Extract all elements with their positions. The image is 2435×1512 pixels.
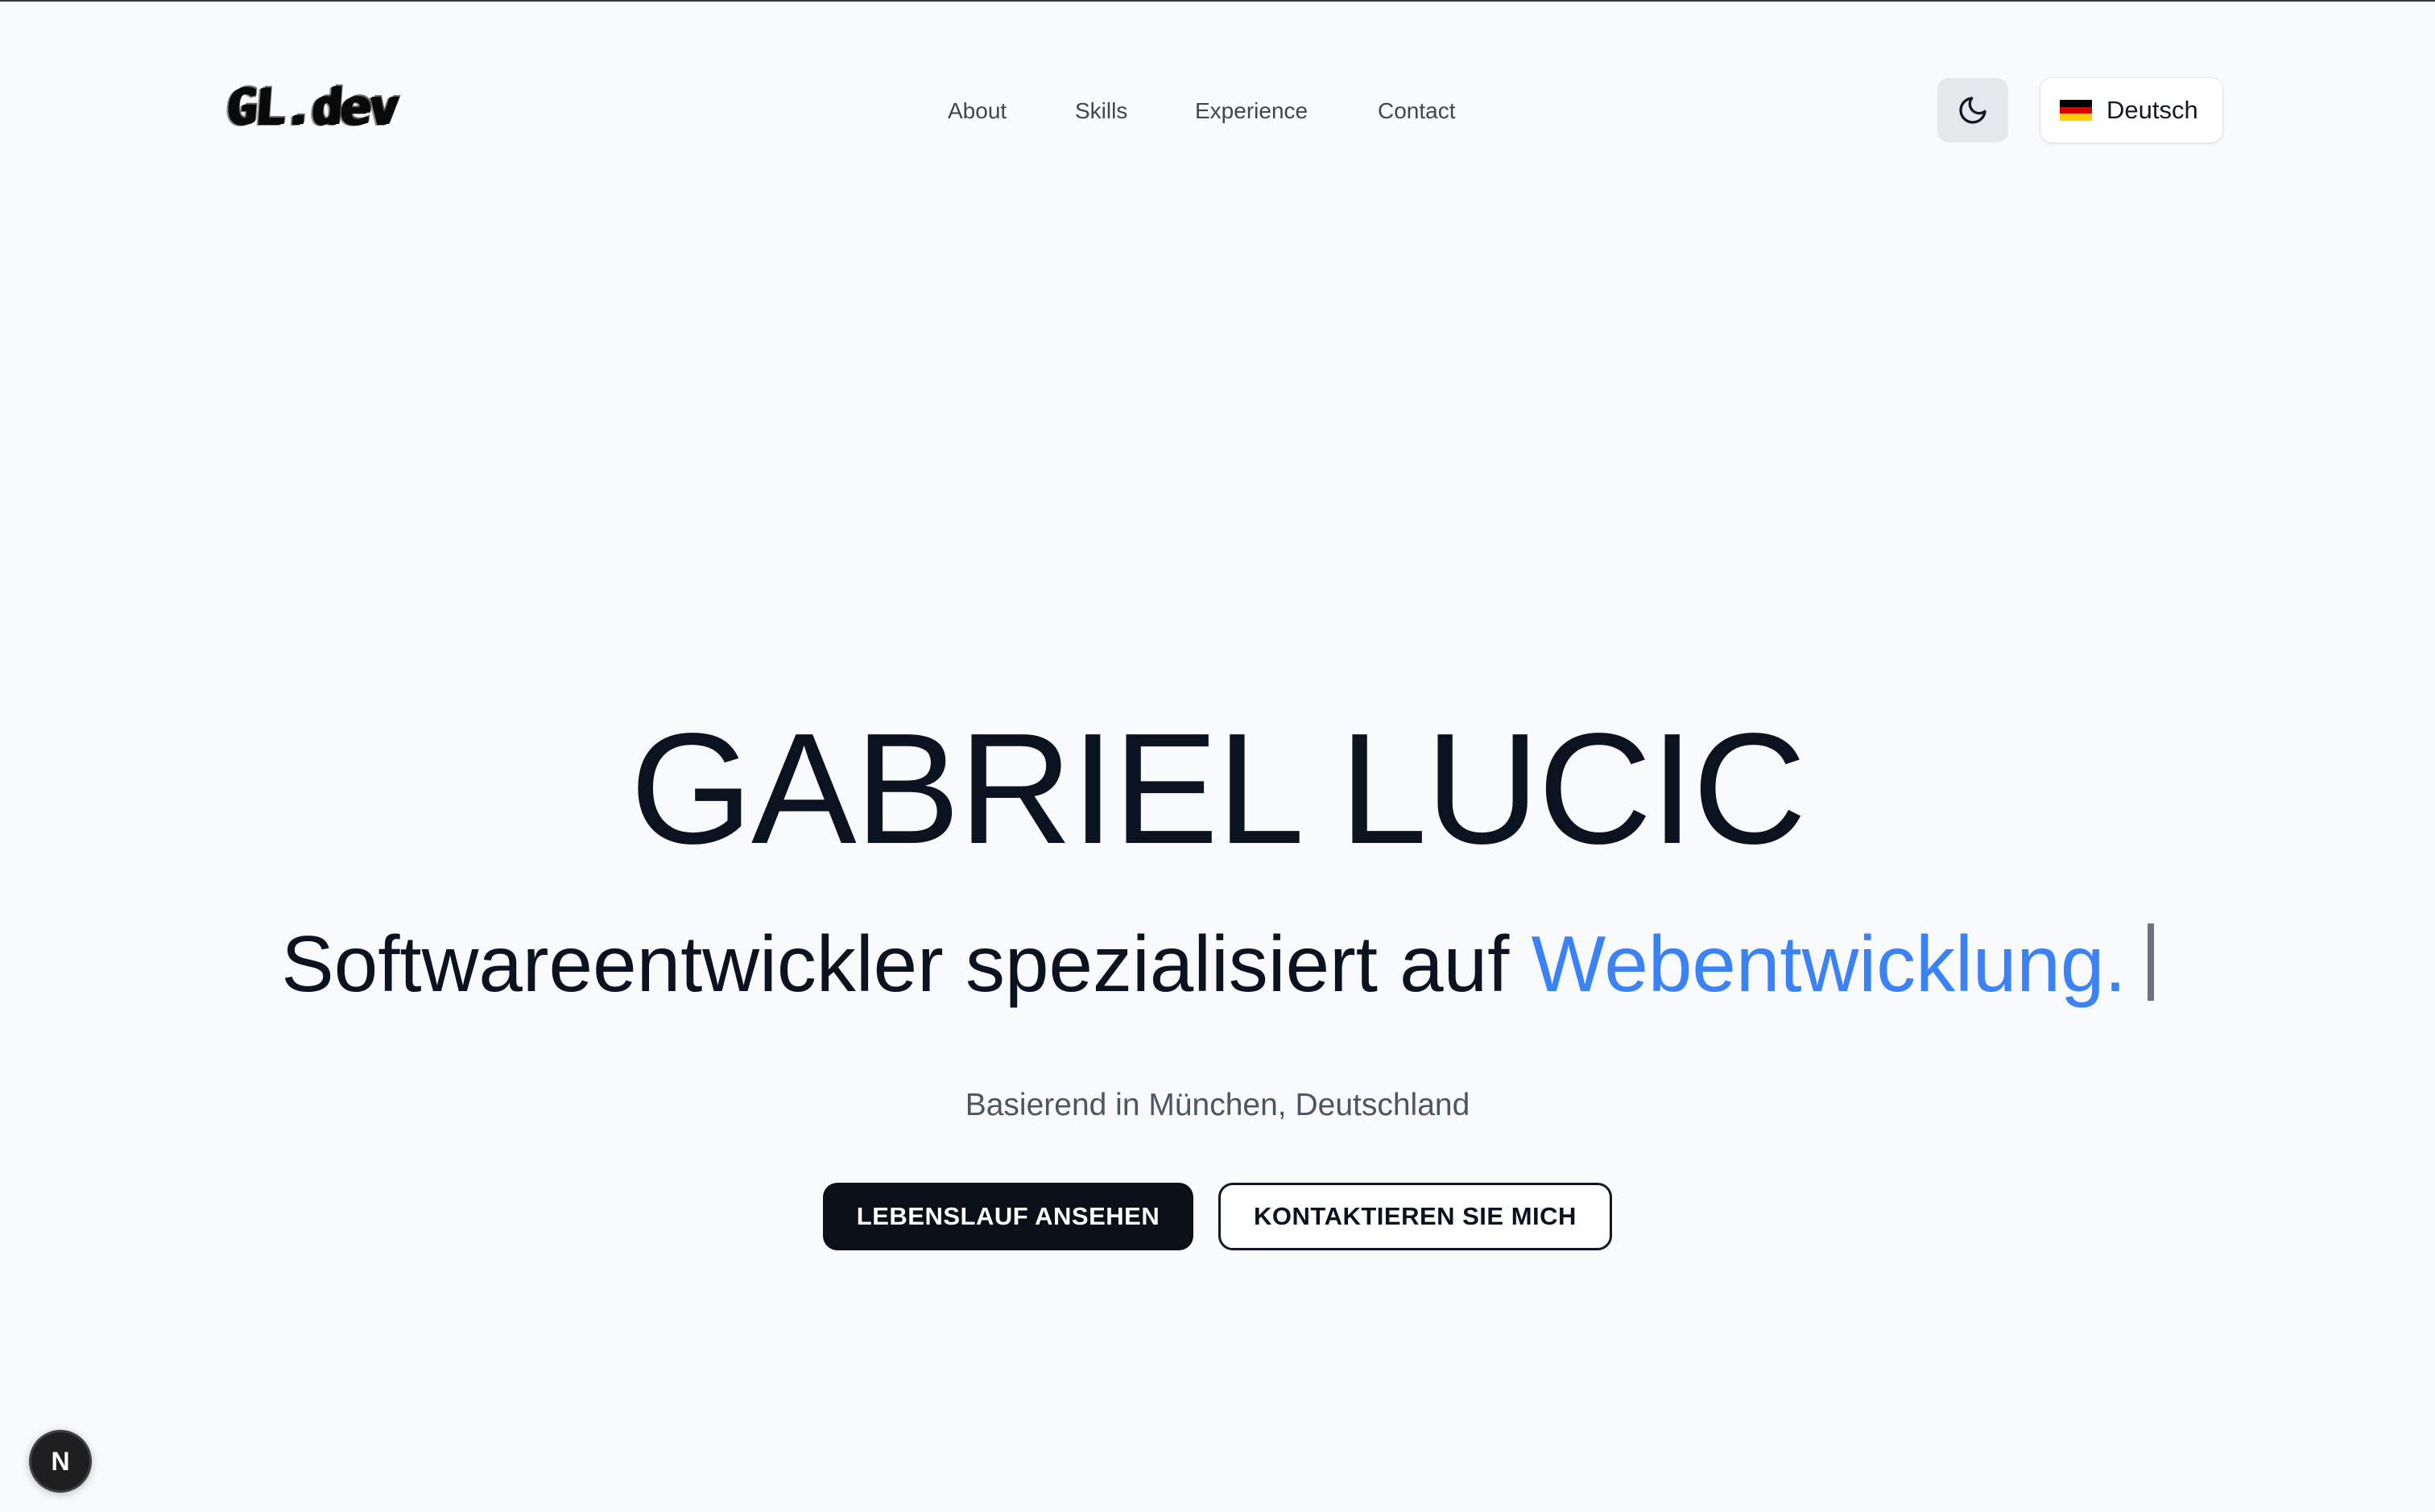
language-switcher-button[interactable]: Deutsch [2040, 78, 2222, 143]
language-label: Deutsch [2106, 96, 2198, 124]
hero-tagline: Softwareentwickler spezialisiert auf Web… [0, 923, 2435, 1003]
tagline-highlight: Webentwicklung. [1531, 919, 2127, 1008]
germany-flag-icon [2060, 100, 2092, 122]
theme-toggle-button[interactable] [1937, 78, 2008, 143]
view-resume-button[interactable]: LEBENSLAUF ANSEHEN [823, 1183, 1193, 1250]
moon-icon [1959, 97, 1986, 124]
nav-link-skills[interactable]: Skills [1075, 95, 1127, 127]
nav-link-about[interactable]: About [948, 95, 1007, 127]
nav-link-experience[interactable]: Experience [1195, 95, 1308, 127]
hero-name: GABRIEL LUCIC [630, 700, 1807, 877]
contact-me-button[interactable]: KONTAKTIEREN SIE MICH [1218, 1183, 1612, 1250]
typing-cursor [2147, 923, 2154, 1001]
portfolio-page: GL.dev About Skills Experience Contact D… [0, 0, 2435, 1512]
nextjs-icon: N [51, 1446, 70, 1476]
nextjs-dev-badge[interactable]: N [29, 1430, 92, 1493]
tagline-prefix: Softwareentwickler spezialisiert auf [281, 919, 1510, 1008]
nav-link-contact[interactable]: Contact [1378, 95, 1456, 127]
hero-location: Basierend in München, Deutschland [965, 1088, 1470, 1122]
